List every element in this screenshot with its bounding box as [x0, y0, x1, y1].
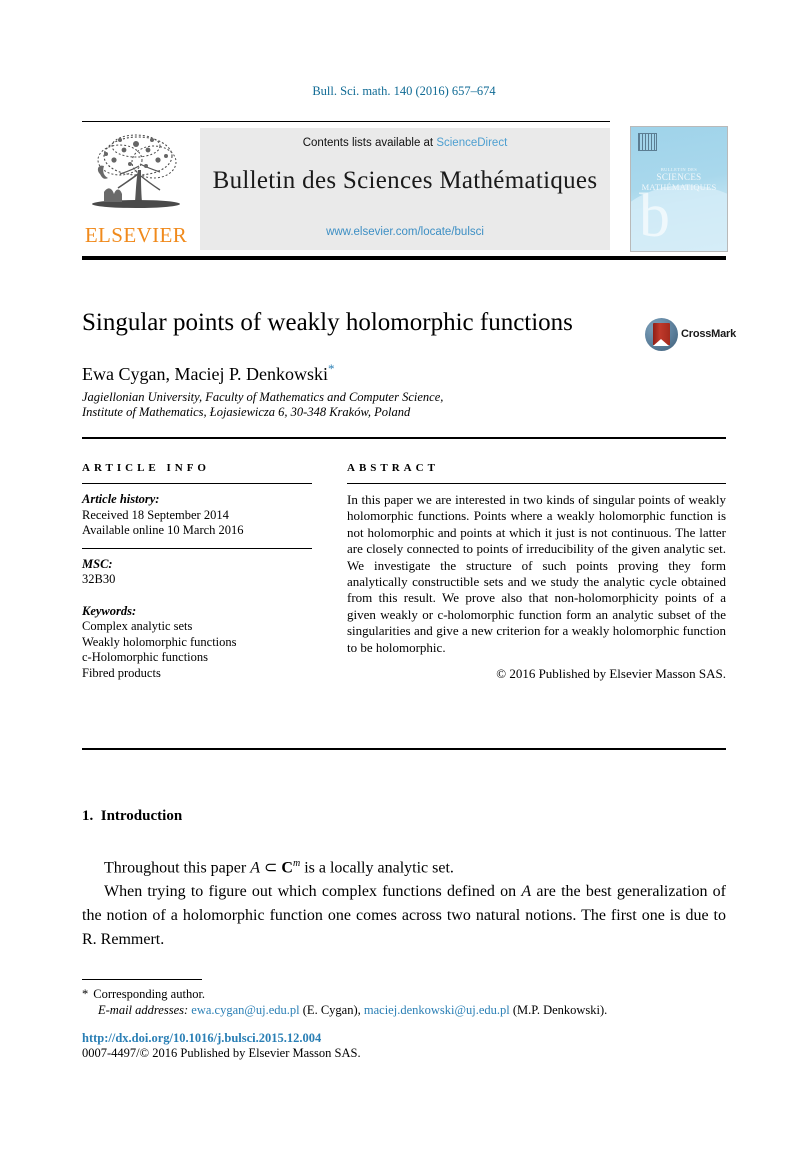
crossmark-book-icon [653, 323, 670, 346]
elsevier-logo: ELSEVIER [82, 128, 190, 250]
author-list: Ewa Cygan, Maciej P. Denkowski* [82, 361, 642, 385]
abstract-heading: ABSTRACT [347, 462, 439, 474]
running-head: Bull. Sci. math. 140 (2016) 657–674 [312, 84, 496, 98]
info-block-bottom-rule [82, 748, 726, 750]
journal-cover-thumbnail[interactable]: BULLETIN DES SCIENCES MATHÉMATIQUES b [630, 126, 728, 252]
p2-pre: When trying to figure out which complex … [104, 883, 522, 901]
crossmark-circle-icon [645, 318, 678, 351]
paper-page: Bull. Sci. math. 140 (2016) 657–674 ELSE… [0, 0, 808, 1162]
email-owner-denkowski: (M.P. Denkowski). [512, 1003, 608, 1017]
paragraph-1: Throughout this paper A ⊂ Cm is a locall… [82, 852, 726, 880]
section-title-text: Introduction [100, 808, 183, 824]
crossmark-badge[interactable]: CrossMark [645, 318, 736, 352]
elsevier-wordmark: ELSEVIER [84, 223, 188, 247]
msc-rule [82, 547, 312, 549]
article-info-heading: ARTICLE INFO [82, 462, 210, 474]
email-link-cygan[interactable]: ewa.cygan@uj.edu.pl [191, 1003, 299, 1017]
journal-url-link[interactable]: www.elsevier.com/locate/bulsci [200, 226, 610, 238]
cover-line-2: SCIENCES [656, 172, 702, 182]
msc-label: MSC: [82, 556, 113, 571]
section-number: 1. [82, 808, 94, 824]
page-title: Singular points of weakly holomorphic fu… [82, 309, 573, 336]
email-link-denkowski[interactable]: maciej.denkowski@uj.edu.pl [364, 1003, 510, 1017]
cover-watermark-b: b [639, 182, 670, 250]
keyword-item: Fibred products [82, 665, 161, 680]
p1-math-c: C [281, 859, 293, 877]
body-content: Throughout this paper A ⊂ Cm is a locall… [82, 852, 726, 952]
corresponding-author-marker: * [327, 361, 335, 376]
article-history-group: Article history: Received 18 September 2… [82, 492, 312, 539]
paragraph-2: When trying to figure out which complex … [82, 880, 726, 952]
doi-link[interactable]: http://dx.doi.org/10.1016/j.bulsci.2015.… [82, 1031, 321, 1046]
contents-prefix: Contents lists available at [302, 137, 437, 149]
banner-bottom-rule [82, 256, 726, 260]
received-date: Received 18 September 2014 [82, 507, 229, 522]
info-block-top-rule [82, 437, 726, 439]
keywords-group: Keywords: Complex analytic sets Weakly h… [82, 604, 312, 682]
sciencedirect-link[interactable]: ScienceDirect [436, 137, 507, 149]
p2-math-a: A [521, 883, 532, 901]
article-info-column: ARTICLE INFO Article history: Received 1… [82, 462, 312, 681]
email-addresses-label: E-mail addresses: [98, 1003, 189, 1017]
msc-value: 32B30 [82, 572, 116, 586]
email-owner-cygan: (E. Cygan), [302, 1003, 361, 1017]
banner-grey-panel: Contents lists available at ScienceDirec… [200, 128, 610, 250]
author-names: Ewa Cygan, Maciej P. Denkowski [82, 364, 328, 384]
abstract-text: In this paper we are interested in two k… [347, 492, 726, 655]
contents-available-line: Contents lists available at ScienceDirec… [200, 137, 610, 149]
journal-banner: ELSEVIER Contents lists available at Sci… [82, 128, 610, 250]
footnote-star: * [82, 987, 89, 1001]
article-history-label: Article history: [82, 492, 160, 506]
p1-pre: Throughout this paper [104, 859, 251, 877]
email-addresses-line: E-mail addresses: ewa.cygan@uj.edu.pl (E… [82, 1002, 732, 1018]
affiliation-line-2: Institute of Mathematics, Łojasiewicza 6… [82, 405, 411, 419]
section-heading-introduction: 1. Introduction [82, 808, 182, 825]
abstract-rule [347, 483, 726, 484]
footnote-block: * Corresponding author. E-mail addresses:… [82, 986, 732, 1018]
p1-post: is a locally analytic set. [300, 859, 454, 877]
msc-group: MSC: 32B30 [82, 557, 312, 588]
abstract-copyright: © 2016 Published by Elsevier Masson SAS. [496, 666, 726, 682]
footnote-rule [82, 979, 202, 980]
article-info-rule [82, 483, 312, 484]
affiliation: Jagiellonian University, Faculty of Math… [82, 390, 642, 420]
keywords-label: Keywords: [82, 603, 137, 618]
elsevier-tree-icon [86, 130, 186, 222]
affiliation-line-1: Jagiellonian University, Faculty of Math… [82, 390, 444, 404]
keyword-item: Weakly holomorphic functions [82, 634, 237, 649]
abstract-column: ABSTRACT In this paper we are interested… [347, 462, 726, 682]
p1-math-a: A [250, 859, 260, 877]
issn-copyright-line: 0007-4497/© 2016 Published by Elsevier M… [82, 1046, 361, 1060]
cover-publisher-icon [638, 133, 657, 151]
journal-title: Bulletin des Sciences Mathématiques [212, 167, 598, 194]
header-top-rule [82, 121, 610, 122]
p1-math-subset: ⊂ [259, 859, 282, 877]
corresponding-author-note: Corresponding author. [93, 987, 206, 1001]
crossmark-label: CrossMark [681, 328, 737, 340]
available-online-date: Available online 10 March 2016 [82, 523, 244, 537]
keyword-item: Complex analytic sets [82, 619, 193, 633]
keyword-item: c-Holomorphic functions [82, 650, 209, 664]
